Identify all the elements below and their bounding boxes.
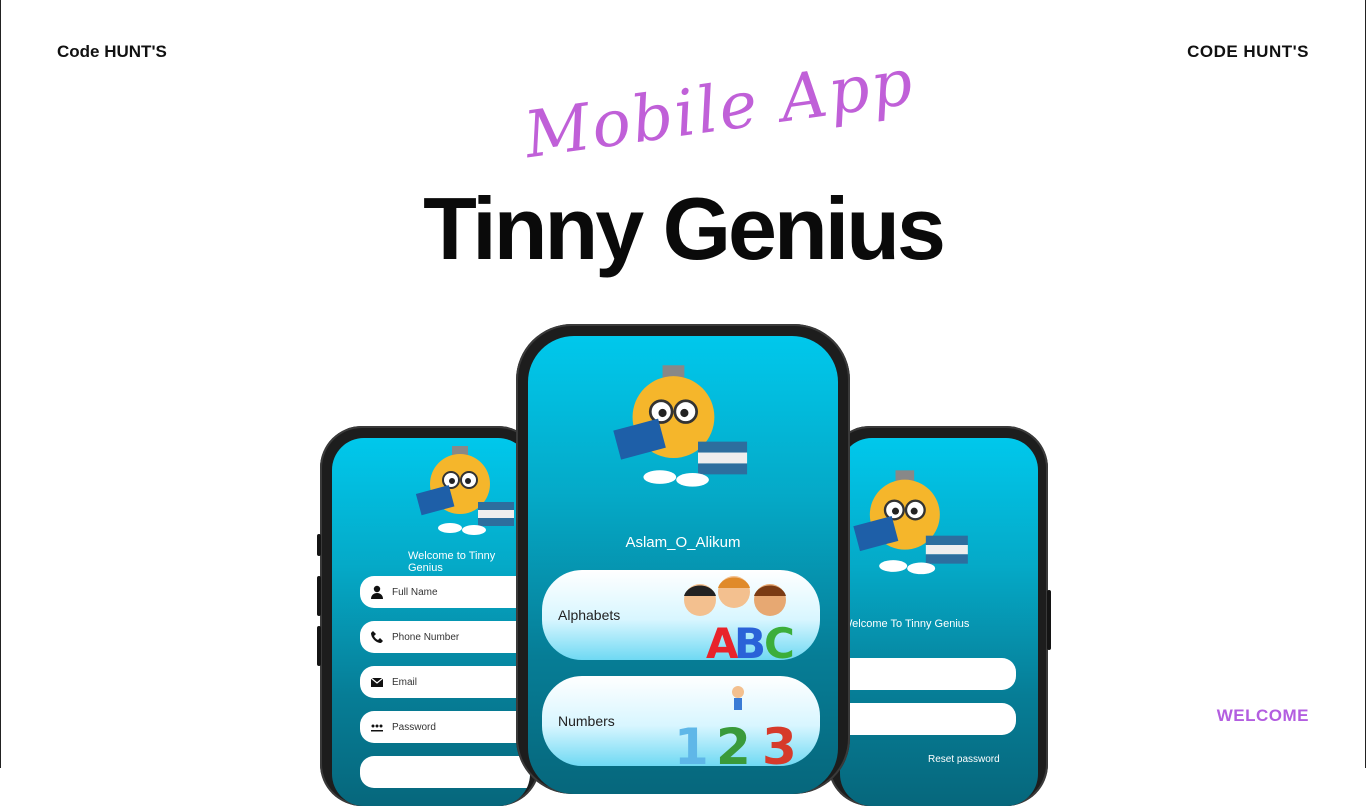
login-welcome-text: Welcome To Tinny Genius — [842, 618, 970, 630]
password-placeholder: Password — [392, 721, 436, 733]
numbers-label: Numbers — [558, 713, 615, 729]
welcome-tag: WELCOME — [1216, 706, 1309, 725]
full-name-placeholder: Full Name — [392, 586, 438, 598]
frame-border-left — [0, 0, 1, 768]
phone-screen: Aslam_O_Alikum Alphabets A B C Numbers 1… — [528, 336, 838, 794]
phone-side-button — [317, 534, 321, 556]
phone-login: Welcome To Tinny Genius Reset password — [828, 426, 1051, 806]
brand-right: CODE HUNT'S — [1187, 42, 1309, 61]
extra-field[interactable] — [360, 756, 530, 788]
full-name-field[interactable]: Full Name — [360, 576, 530, 608]
phone-number-placeholder: Phone Number — [392, 631, 460, 643]
phone-side-button — [317, 576, 321, 616]
login-password-field[interactable] — [840, 703, 1016, 735]
phone-icon — [371, 631, 383, 643]
login-username-field[interactable] — [840, 658, 1016, 690]
kids-123-image: 1 2 3 — [666, 682, 806, 776]
digit-2-icon: 2 — [716, 718, 751, 766]
password-icon — [371, 724, 383, 732]
bulb-mascot-image — [412, 444, 522, 540]
phone-screen: Welcome To Tinny Genius Reset password — [840, 438, 1038, 806]
alphabets-card[interactable]: Alphabets A B C — [542, 570, 820, 668]
phone-number-field[interactable]: Phone Number — [360, 621, 530, 653]
signup-welcome-text: Welcome to Tinny Genius — [408, 550, 496, 574]
hero-main-title: Tinny Genius — [423, 179, 946, 278]
greeting-text: Aslam_O_Alikum — [625, 534, 741, 551]
numbers-card[interactable]: Numbers 1 2 3 — [542, 676, 820, 776]
phone-signup: Welcome to Tinny Genius Full Name Phone … — [317, 426, 540, 806]
bulb-mascot-image — [608, 362, 758, 494]
email-field[interactable]: Email — [360, 666, 530, 698]
letter-b-icon: B — [734, 619, 766, 660]
phone-screen: Welcome to Tinny Genius Full Name Phone … — [332, 438, 530, 806]
alphabets-label: Alphabets — [558, 607, 621, 623]
bulb-mascot-image — [848, 468, 978, 580]
brand-left: Code HUNT'S — [57, 42, 167, 61]
kids-abc-image: A B C — [672, 574, 802, 668]
person-icon — [371, 585, 383, 599]
reset-password-link[interactable]: Reset password — [928, 754, 1000, 765]
password-field[interactable]: Password — [360, 711, 530, 743]
mail-icon — [370, 677, 384, 687]
letter-c-icon: C — [764, 619, 795, 660]
email-placeholder: Email — [392, 676, 418, 688]
phone-side-button — [1047, 590, 1051, 650]
digit-3-icon: 3 — [762, 718, 797, 766]
digit-1-icon: 1 — [674, 718, 709, 766]
phone-side-button — [317, 626, 321, 666]
phone-home: Aslam_O_Alikum Alphabets A B C Numbers 1… — [516, 324, 850, 794]
